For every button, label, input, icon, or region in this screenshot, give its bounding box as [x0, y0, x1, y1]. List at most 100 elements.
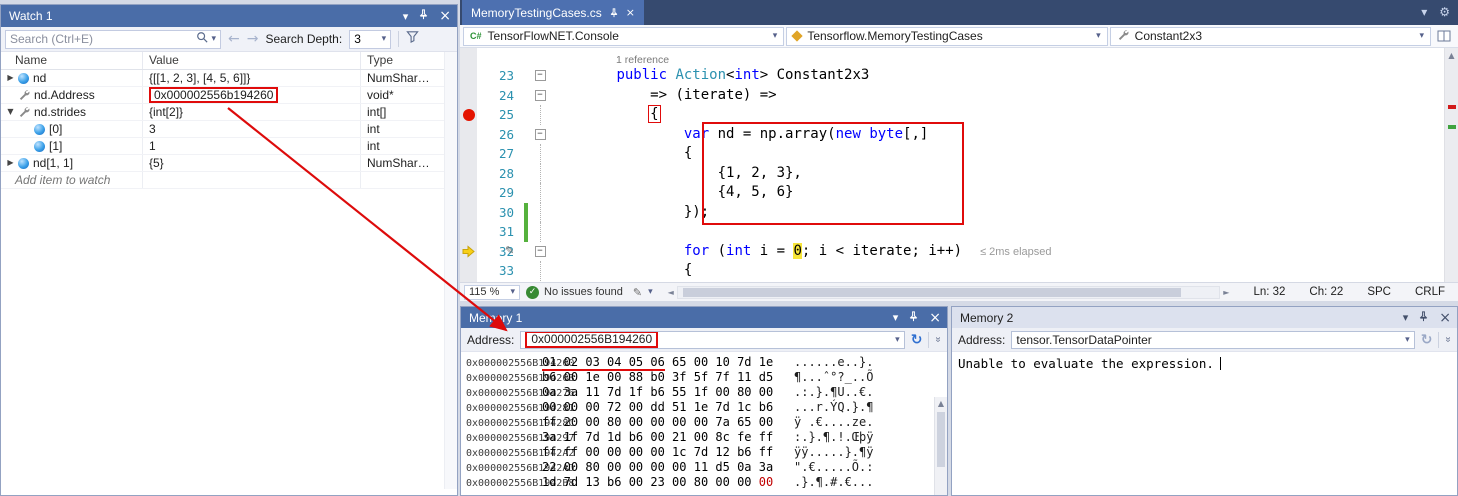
codelens-references[interactable]: 1 reference	[616, 54, 669, 66]
watch-row[interactable]: [1] 1 int	[1, 138, 457, 155]
pin-icon[interactable]	[418, 9, 429, 23]
outline-fold-marker[interactable]: −	[531, 86, 549, 106]
back-icon[interactable]: ←	[228, 32, 240, 46]
outline-fold-marker[interactable]	[531, 164, 549, 184]
pin-icon[interactable]	[908, 311, 919, 325]
window-position-chevron-icon[interactable]: ▾	[1403, 312, 1409, 323]
outline-fold-marker[interactable]: −	[531, 125, 549, 145]
expander-icon[interactable]: ▶	[5, 155, 16, 171]
toolbar-overflow-icon[interactable]: »	[1443, 337, 1454, 343]
outline-fold-marker[interactable]	[531, 50, 549, 66]
address-input[interactable]: 0x000002556B194260 ▾	[520, 331, 904, 349]
close-icon[interactable]: ×	[626, 7, 635, 18]
memory1-dump[interactable]: 0x000002556B194260 01 02 03 04 05 06 65 …	[461, 352, 947, 495]
outline-fold-marker[interactable]	[531, 203, 549, 223]
search-icon[interactable]	[196, 30, 208, 48]
chevron-down-icon[interactable]: ▾	[211, 34, 216, 44]
code-text[interactable]: var nd = np.array(new byte[,]	[549, 125, 1444, 145]
scrollbar-thumb[interactable]	[937, 412, 945, 467]
watch-row[interactable]: ▼ nd.strides {int[2]} int[]	[1, 104, 457, 121]
breakpoint-gutter-cell[interactable]	[460, 203, 477, 223]
address-input[interactable]: tensor.TensorDataPointer ▾	[1011, 331, 1414, 349]
breakpoint-gutter-cell[interactable]	[460, 144, 477, 164]
column-header-type[interactable]: Type	[361, 52, 457, 69]
code-text[interactable]	[549, 222, 1444, 242]
scroll-left-icon[interactable]: ◄	[665, 288, 677, 297]
search-input[interactable]	[10, 32, 193, 46]
scroll-up-icon[interactable]: ▲	[1445, 51, 1458, 60]
outline-fold-marker[interactable]	[531, 144, 549, 164]
outline-fold-marker[interactable]	[531, 183, 549, 203]
editor-horizontal-scrollbar[interactable]: ◄ ►	[665, 285, 1233, 300]
code-text[interactable]: {	[549, 105, 1444, 125]
watch-row[interactable]: [0] 3 int	[1, 121, 457, 138]
chevron-down-icon[interactable]: ▾	[1405, 335, 1410, 345]
outline-fold-marker[interactable]: −	[531, 242, 549, 262]
add-item-row[interactable]: Add item to watch	[1, 172, 457, 189]
member-select[interactable]: Constant2x3 ▾	[1110, 27, 1431, 46]
toolbar-overflow-icon[interactable]: »	[933, 337, 944, 343]
refresh-icon[interactable]: ↻	[911, 333, 923, 347]
scroll-up-icon[interactable]: ▲	[935, 399, 947, 408]
memory2-content[interactable]: Unable to evaluate the expression.	[952, 352, 1457, 376]
code-text[interactable]: public Action<int> Constant2x3	[549, 66, 1444, 86]
breakpoint-gutter-cell[interactable]	[460, 66, 477, 86]
code-text[interactable]: {	[549, 261, 1444, 281]
expander-icon[interactable]: ▶	[5, 70, 16, 86]
gear-icon[interactable]: ⚙	[1439, 5, 1450, 19]
type-select[interactable]: Tensorflow.MemoryTestingCases ▾	[786, 27, 1107, 46]
chevron-down-icon[interactable]: ▾	[648, 287, 653, 297]
code-text[interactable]: });	[549, 203, 1444, 223]
code-text[interactable]: 1 reference	[549, 50, 1444, 66]
code-text[interactable]: {4, 5, 6}	[549, 183, 1444, 203]
chevron-down-icon[interactable]: ▾	[1421, 5, 1427, 19]
memory1-scrollbar[interactable]: ▲	[934, 397, 947, 495]
forward-icon[interactable]: →	[247, 32, 259, 46]
outline-fold-marker[interactable]: −	[531, 66, 549, 86]
scrollbar-thumb[interactable]	[683, 288, 1181, 297]
breakpoint-gutter-cell[interactable]	[460, 125, 477, 145]
breakpoint-gutter-cell[interactable]	[460, 105, 477, 125]
breakpoint-gutter-cell[interactable]	[460, 50, 477, 66]
close-icon[interactable]: ×	[929, 312, 941, 324]
code-editor[interactable]: 1 reference 23 − public Action<int> Cons…	[460, 48, 1458, 282]
code-text[interactable]: {	[549, 144, 1444, 164]
breakpoint-gutter-cell[interactable]	[460, 183, 477, 203]
scroll-right-icon[interactable]: ►	[1220, 288, 1232, 297]
breakpoint-gutter-cell[interactable]	[460, 222, 477, 242]
watch-titlebar[interactable]: Watch 1 ▾ ×	[1, 5, 457, 27]
memory2-titlebar[interactable]: Memory 2 ▾ ×	[952, 307, 1457, 328]
watch-row[interactable]: nd.Address 0x000002556b194260 void*	[1, 87, 457, 104]
column-header-name[interactable]: Name	[1, 52, 143, 69]
code-cleanup-icon[interactable]: ✎	[633, 286, 642, 299]
pin-icon[interactable]	[1418, 311, 1429, 325]
column-header-value[interactable]: Value	[143, 52, 361, 69]
breakpoint-gutter-cell[interactable]	[460, 164, 477, 184]
watch-scrollbar[interactable]	[444, 52, 457, 489]
window-position-chevron-icon[interactable]: ▾	[893, 312, 899, 323]
zoom-select[interactable]: 115 % ▾	[464, 285, 520, 300]
breakpoint-gutter-cell[interactable]	[460, 86, 477, 106]
filter-icon[interactable]	[406, 30, 419, 48]
close-icon[interactable]: ×	[1439, 312, 1451, 324]
memory1-titlebar[interactable]: Memory 1 ▾ ×	[461, 307, 947, 328]
search-depth-select[interactable]: 3 ▾	[349, 30, 391, 49]
split-window-button[interactable]	[1432, 30, 1456, 42]
breakpoint-icon[interactable]	[463, 109, 475, 121]
issues-status[interactable]: ✓ No issues found	[526, 286, 623, 299]
expander-icon[interactable]: ▼	[5, 104, 16, 120]
window-position-chevron-icon[interactable]: ▾	[403, 11, 409, 22]
refresh-icon[interactable]: ↻	[1421, 333, 1433, 347]
watch-row[interactable]: ▶ nd {[[1, 2, 3], [4, 5, 6]]} NumShar…	[1, 70, 457, 87]
document-tab[interactable]: MemoryTestingCases.cs ×	[462, 0, 644, 25]
breakpoint-gutter-cell[interactable]	[460, 242, 477, 262]
code-text[interactable]: {1, 2, 3},	[549, 164, 1444, 184]
editor-vertical-scrollbar[interactable]: ▲	[1444, 48, 1458, 282]
chevron-down-icon[interactable]: ▾	[895, 335, 900, 345]
pin-icon[interactable]	[609, 8, 619, 18]
project-select[interactable]: C# TensorFlowNET.Console ▾	[463, 27, 784, 46]
breakpoint-gutter-cell[interactable]	[460, 261, 477, 281]
code-text[interactable]: for (int i = 0; i < iterate; i++)≤ 2ms e…	[549, 242, 1444, 262]
outline-fold-marker[interactable]	[531, 105, 549, 125]
outline-fold-marker[interactable]	[531, 222, 549, 242]
